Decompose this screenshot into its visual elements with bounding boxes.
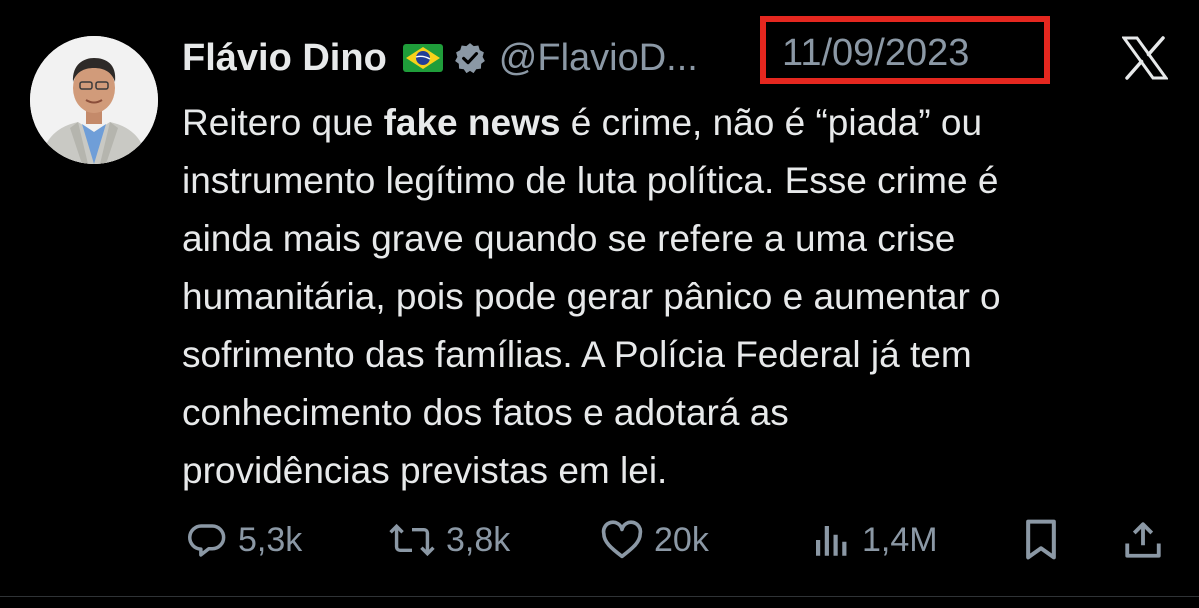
views-icon (808, 519, 852, 561)
tweet-text-line: Reitero que fake news é crime, não é “pi… (182, 94, 1182, 152)
views-count: 1,4M (862, 520, 938, 559)
tweet-text-line: sofrimento das famílias. A Polícia Feder… (182, 334, 972, 375)
verified-badge-icon[interactable] (453, 41, 487, 75)
x-logo-icon[interactable] (1121, 36, 1169, 80)
brazil-flag-icon (402, 44, 443, 72)
tweet-text-line: instrumento legítimo de luta política. E… (182, 160, 999, 201)
avatar[interactable] (30, 36, 158, 164)
action-bar: 5,3k 3,8k 20k 1,4M (0, 510, 1199, 570)
views-button[interactable]: 1,4M (808, 510, 938, 570)
author-handle[interactable]: @FlavioD... (499, 37, 698, 80)
retweet-count: 3,8k (446, 520, 511, 559)
retweet-button[interactable]: 3,8k (388, 510, 510, 570)
avatar-photo (30, 36, 158, 164)
tweet-text-segment: Reitero que (182, 102, 384, 143)
reply-icon (186, 519, 228, 561)
reply-button[interactable]: 5,3k (186, 510, 302, 570)
tweet-text-bold: fake news (383, 102, 561, 143)
retweet-icon (388, 519, 436, 561)
reply-count: 5,3k (238, 520, 303, 559)
tweet-header: Flávio Dino @FlavioD... (182, 30, 698, 86)
like-button[interactable]: 20k (600, 510, 709, 570)
tweet-text: Reitero que fake news é crime, não é “pi… (182, 94, 1182, 500)
tweet-date[interactable]: 11/09/2023 (782, 30, 969, 76)
bookmark-icon (1022, 518, 1060, 562)
heart-icon (600, 520, 644, 560)
share-button[interactable] (1122, 510, 1164, 570)
bookmark-button[interactable] (1022, 510, 1060, 570)
tweet-text-line: humanitária, pois pode gerar pânico e au… (182, 276, 1001, 317)
tweet-text-line: providências previstas em lei. (182, 450, 668, 491)
tweet-text-line: conhecimento dos fatos e adotará as (182, 392, 789, 433)
divider (0, 596, 1199, 597)
like-count: 20k (654, 520, 709, 559)
tweet-text-segment: é crime, não é “piada” ou (560, 102, 983, 143)
author-name[interactable]: Flávio Dino (182, 37, 387, 80)
share-icon (1122, 518, 1164, 562)
tweet-text-line: ainda mais grave quando se refere a uma … (182, 218, 956, 259)
